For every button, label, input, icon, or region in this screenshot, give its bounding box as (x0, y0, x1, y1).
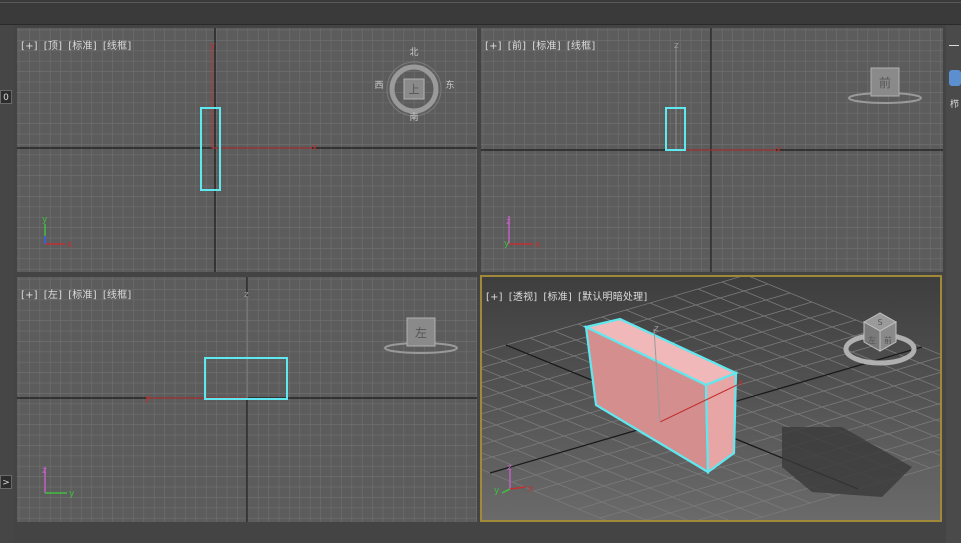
viewcube-front[interactable]: 前 (848, 67, 922, 104)
svg-text:x: x (67, 240, 73, 250)
compass-south: 南 (409, 111, 418, 123)
viewport-left[interactable]: y z 左 z y [+] [左] [标准] [线框] (17, 277, 477, 522)
viewcube-left[interactable]: 左 (384, 317, 458, 354)
command-panel: 栉 (946, 25, 961, 543)
viewcube-left-face: 左 (415, 325, 427, 340)
svg-text:z: z (506, 217, 511, 227)
panel-tab-icon[interactable] (949, 70, 961, 86)
selected-box-outline[interactable] (200, 107, 221, 191)
svg-text:x: x (528, 484, 534, 494)
svg-text:y: y (145, 394, 151, 404)
svg-text:y: y (69, 489, 75, 499)
viewport-perspective[interactable]: z x S 左 前 z x y [+] [透视] [标准] [默认明暗处理] (480, 275, 942, 522)
viewport-label-perspective[interactable]: [+] [透视] [标准] [默认明暗处理] (486, 288, 653, 303)
axis-tripod: z y x (504, 216, 541, 250)
viewport-front[interactable]: x z 前 z y x [+] [前] [标准] [线框] (481, 28, 943, 272)
selected-box-outline[interactable] (204, 357, 288, 400)
main-toolbar (0, 0, 961, 25)
front-view-canvas: x z 前 z y x (481, 28, 943, 272)
left-command-strip: 0 > (0, 25, 14, 543)
viewcube-top-face: 上 (409, 83, 420, 96)
panel-dash (949, 45, 959, 46)
left-strip-expand-button[interactable]: > (0, 475, 12, 489)
svg-text:z: z (244, 290, 249, 300)
axis-tripod: y x (42, 215, 73, 250)
svg-text:前: 前 (884, 335, 892, 345)
svg-text:x: x (776, 145, 782, 155)
svg-text:z: z (507, 463, 512, 473)
left-view-canvas: y z 左 z y (17, 277, 477, 522)
top-view-canvas: x y 上 北 南 东 西 y x (17, 28, 477, 272)
svg-text:左: 左 (868, 335, 876, 345)
compass-west: 西 (374, 80, 383, 91)
svg-text:y: y (494, 486, 500, 496)
viewport-label-left[interactable]: [+] [左] [标准] [线框] (21, 286, 137, 301)
svg-text:y: y (42, 215, 48, 225)
svg-text:z: z (42, 466, 47, 476)
svg-text:x: x (535, 240, 541, 250)
axis-tripod: z y (42, 466, 75, 499)
svg-text:y: y (504, 239, 510, 249)
viewport-label-top[interactable]: [+] [顶] [标准] [线框] (21, 37, 137, 52)
svg-text:z: z (654, 324, 659, 334)
perspective-view-canvas: z x S 左 前 z x y (482, 277, 940, 520)
svg-text:S: S (877, 318, 882, 327)
compass-east: 东 (445, 79, 454, 91)
svg-text:x: x (738, 378, 744, 388)
viewcube-front-face: 前 (879, 75, 891, 90)
compass-north: 北 (409, 47, 418, 58)
viewport-label-front[interactable]: [+] [前] [标准] [线框] (485, 37, 601, 52)
left-strip-button[interactable]: 0 (0, 90, 12, 104)
y-axis-label: y (210, 41, 216, 51)
panel-label: 栉 (950, 100, 960, 110)
svg-text:z: z (674, 41, 679, 51)
viewport-top[interactable]: x y 上 北 南 东 西 y x [+] [顶] [标准] [线框] (17, 28, 477, 272)
x-axis-label: x (312, 143, 318, 153)
